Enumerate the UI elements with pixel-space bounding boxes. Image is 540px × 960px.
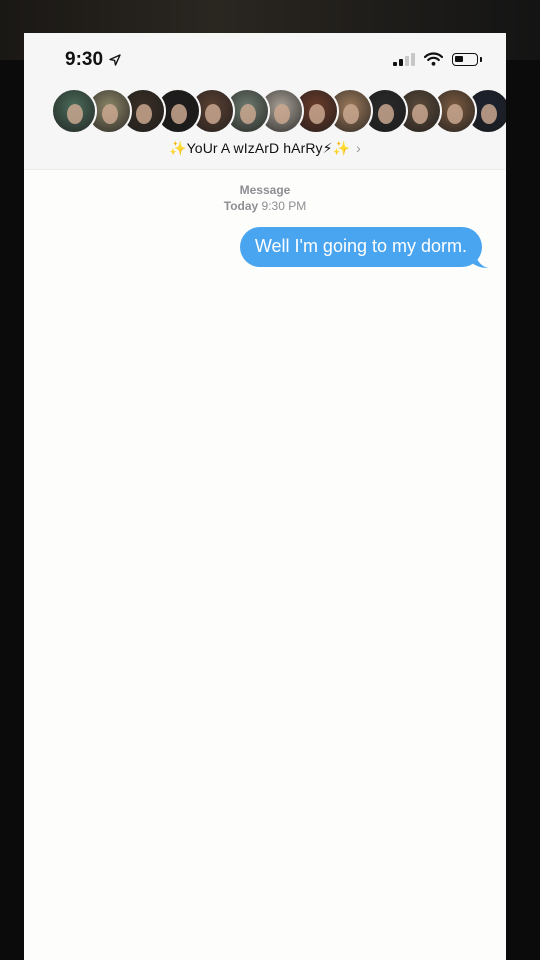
date-time-label: Today 9:30 PM	[24, 199, 506, 213]
avatar-face	[274, 104, 290, 124]
message-text: Well I'm going to my dorm.	[254, 236, 467, 256]
group-name-button[interactable]: ✨YoUr A wIzArD hArRy⚡✨ ›	[24, 140, 506, 157]
avatar-face	[308, 104, 325, 124]
status-bar-indicators	[393, 52, 482, 66]
avatar-face	[136, 104, 152, 124]
cellular-signal-icon	[393, 52, 415, 66]
avatar-face	[67, 104, 83, 124]
group-name-text: ✨YoUr A wIzArD hArRy⚡✨	[169, 140, 351, 156]
group-avatars[interactable]	[51, 88, 506, 136]
avatar-face	[377, 104, 394, 124]
time-label: 9:30 PM	[261, 199, 307, 213]
wifi-icon	[424, 52, 443, 66]
chevron-right-icon: ›	[356, 140, 361, 156]
avatar-face	[170, 104, 187, 124]
bubble-tail	[472, 255, 488, 268]
avatar-face	[101, 104, 118, 124]
location-arrow-icon	[109, 54, 121, 66]
phone-screen: 9:30 ✨YoUr A wIzArD hArRy⚡✨ › Message To…	[24, 33, 506, 960]
status-bar-time: 9:30	[65, 49, 121, 71]
participant-avatar	[51, 88, 97, 134]
avatar-face	[412, 104, 428, 124]
avatar-face	[205, 104, 221, 124]
day-label: Today	[223, 199, 259, 213]
thread-timestamp: Message Today 9:30 PM	[24, 183, 506, 213]
outgoing-message-bubble[interactable]: Well I'm going to my dorm.	[239, 227, 482, 267]
avatar-face	[481, 104, 497, 124]
status-time-text: 9:30	[65, 49, 104, 70]
avatar-face	[446, 104, 463, 124]
avatar-face	[343, 104, 359, 124]
service-label: Message	[239, 183, 291, 197]
avatar-face	[239, 104, 256, 124]
conversation-header: 9:30 ✨YoUr A wIzArD hArRy⚡✨ ›	[24, 33, 506, 170]
battery-icon	[452, 52, 482, 66]
battery-level-fill	[455, 55, 463, 62]
